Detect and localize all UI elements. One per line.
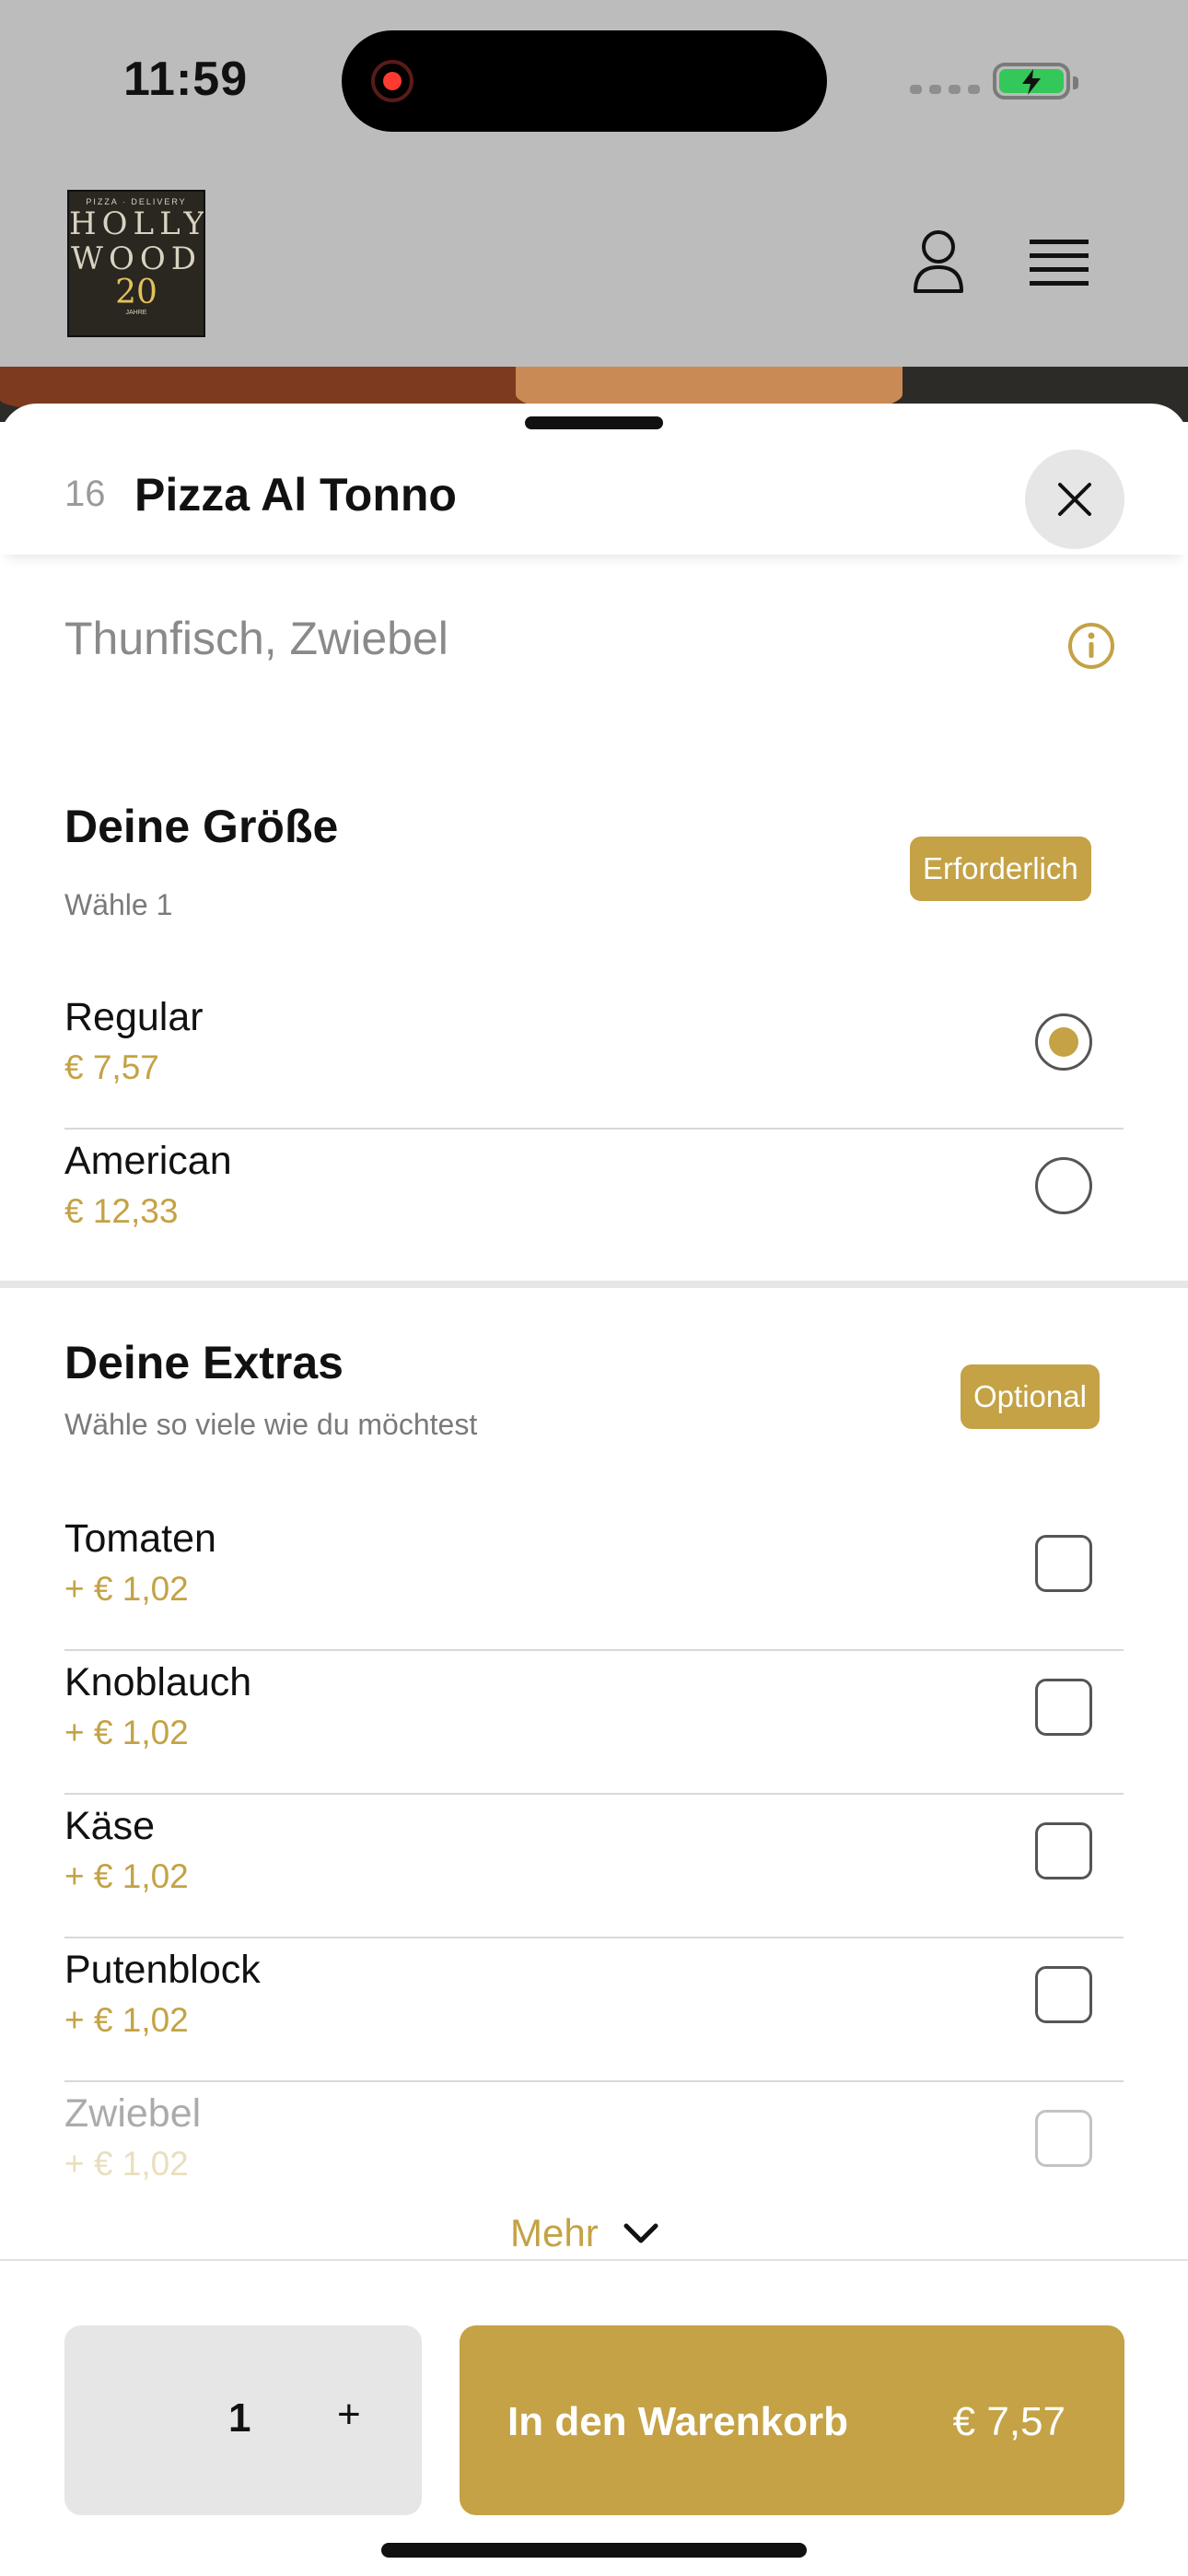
item-number: 16 [64,474,106,514]
status-time: 11:59 [123,53,249,106]
bottom-action-bar: 1 + In den Warenkorb € 7,57 [0,2259,1188,2576]
checkbox[interactable] [1035,1966,1092,2023]
restaurant-logo[interactable]: PIZZA · DELIVERY HOLLY WOOD 20 JAHRE [67,190,205,337]
size-option-regular[interactable]: Regular € 7,57 [64,986,1124,1130]
menu-icon[interactable] [1030,238,1089,289]
extras-section-subtitle: Wähle so viele wie du möchtest [64,1408,478,1441]
item-title: Pizza Al Tonno [134,469,457,521]
record-icon [371,60,413,102]
battery-icon [993,63,1078,100]
signal-icon [910,85,980,94]
quantity-value: 1 [228,2395,251,2441]
more-label: Mehr [510,2211,599,2254]
extra-option-zwiebel[interactable]: Zwiebel + € 1,02 [64,2082,1124,2226]
optional-badge: Optional [961,1364,1100,1429]
more-button[interactable]: Mehr [510,2211,659,2255]
checkbox[interactable] [1035,2110,1092,2167]
add-to-cart-label: In den Warenkorb [507,2399,848,2444]
close-button[interactable] [1025,450,1124,549]
sheet-grabber[interactable] [525,416,663,429]
checkbox[interactable] [1035,1679,1092,1736]
item-description: Thunfisch, Zwiebel [64,613,448,664]
user-icon[interactable] [912,228,965,295]
dynamic-island [342,30,827,132]
extra-option-kaese[interactable]: Käse + € 1,02 [64,1795,1124,1938]
extras-section-title: Deine Extras [64,1337,344,1388]
info-icon[interactable] [1066,621,1116,671]
home-indicator [381,2543,807,2558]
size-section-subtitle: Wähle 1 [64,888,173,921]
size-option-american[interactable]: American € 12,33 [64,1130,1124,1273]
extra-option-tomaten[interactable]: Tomaten + € 1,02 [64,1507,1124,1651]
extra-option-knoblauch[interactable]: Knoblauch + € 1,02 [64,1651,1124,1795]
quantity-plus-button[interactable]: + [337,2392,361,2438]
status-bar: 11:59 [0,0,1188,184]
checkbox[interactable] [1035,1535,1092,1592]
add-to-cart-price: € 7,57 [952,2399,1066,2444]
radio-selected[interactable] [1035,1013,1092,1071]
extra-option-putenblock[interactable]: Putenblock + € 1,02 [64,1938,1124,2082]
close-icon [1058,483,1091,516]
section-separator [0,1281,1188,1288]
add-to-cart-button[interactable]: In den Warenkorb € 7,57 [460,2325,1124,2515]
chevron-down-icon [623,2223,658,2243]
quantity-stepper[interactable]: 1 + [64,2325,422,2515]
size-section-title: Deine Größe [64,801,339,852]
product-sheet: 16 Pizza Al Tonno Thunfisch, Zwiebel Dei… [0,404,1188,2576]
required-badge: Erforderlich [910,837,1091,901]
sheet-header: 16 Pizza Al Tonno [0,431,1188,555]
radio-unselected[interactable] [1035,1157,1092,1214]
checkbox[interactable] [1035,1822,1092,1879]
